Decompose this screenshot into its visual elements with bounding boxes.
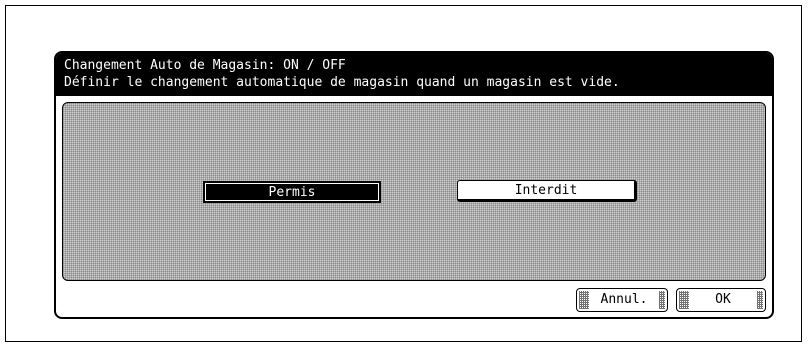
button-texture	[679, 291, 689, 309]
options-area: Permis Interdit	[62, 102, 766, 281]
dialog-description: Définir le changement automatique de mag…	[64, 75, 620, 90]
dialog-title: Changement Auto de Magasin: ON / OFF	[64, 58, 346, 73]
ok-button-label: OK	[715, 292, 731, 307]
cancel-button[interactable]: Annul.	[576, 288, 668, 312]
interdit-button[interactable]: Interdit	[457, 180, 637, 202]
button-texture	[659, 291, 665, 309]
settings-dialog: Changement Auto de Magasin: ON / OFF Déf…	[54, 51, 774, 319]
button-texture	[579, 291, 589, 309]
button-texture	[757, 291, 763, 309]
permis-button[interactable]: Permis	[203, 181, 381, 203]
screen-frame: Changement Auto de Magasin: ON / OFF Déf…	[5, 5, 802, 342]
cancel-button-label: Annul.	[600, 292, 648, 307]
dialog-header: Changement Auto de Magasin: ON / OFF Déf…	[56, 53, 772, 96]
ok-button[interactable]: OK	[676, 288, 766, 312]
